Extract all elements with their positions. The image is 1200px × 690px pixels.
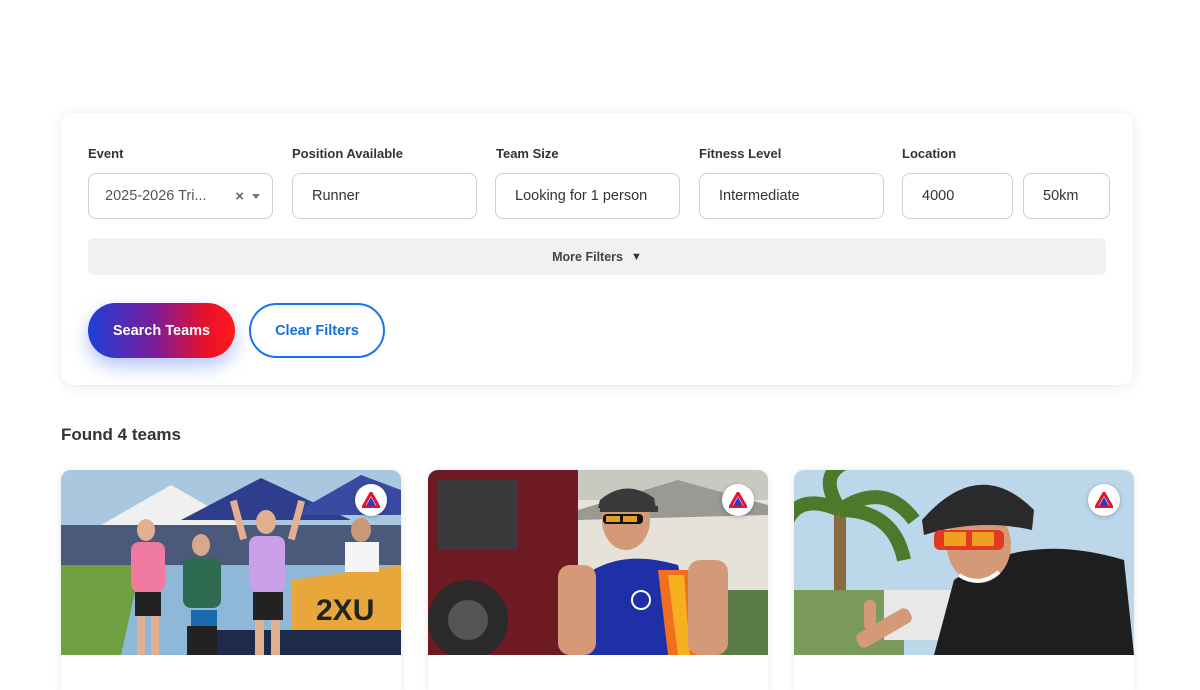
team-card[interactable] xyxy=(794,470,1134,690)
clear-icon[interactable]: × xyxy=(235,188,244,205)
fitness-level-input[interactable]: Intermediate xyxy=(699,173,884,219)
triathlon-finish-line-photo: 2XU xyxy=(61,470,401,655)
team-size-label: Team Size xyxy=(496,146,559,161)
more-filters-toggle[interactable]: More Filters ▼ xyxy=(88,238,1106,275)
position-input[interactable]: Runner xyxy=(292,173,477,219)
location-label: Location xyxy=(902,146,957,161)
location-postcode-input[interactable]: 4000 xyxy=(902,173,1013,219)
triangle-down-icon: ▼ xyxy=(630,250,642,263)
cyclist-with-helmet-photo xyxy=(794,470,1134,655)
results-count: Found 4 teams xyxy=(61,425,181,444)
team-card[interactable]: 2XU xyxy=(61,470,401,690)
team-logo-icon xyxy=(355,484,387,516)
event-select-value: 2025-2026 Tri... xyxy=(105,188,207,204)
filter-panel: Event 2025-2026 Tri... × Position Availa… xyxy=(61,113,1133,385)
chevron-down-icon[interactable] xyxy=(252,193,260,199)
fitness-level-label: Fitness Level xyxy=(699,146,782,161)
more-filters-label: More Filters xyxy=(552,249,623,264)
team-logo-icon xyxy=(1088,484,1120,516)
location-radius-input[interactable]: 50km xyxy=(1023,173,1110,219)
runner-in-trisuit-photo xyxy=(428,470,768,655)
svg-text:2XU: 2XU xyxy=(316,594,374,627)
team-size-input[interactable]: Looking for 1 person xyxy=(495,173,680,219)
clear-filters-button[interactable]: Clear Filters xyxy=(249,303,385,358)
event-label: Event xyxy=(88,146,124,161)
team-card[interactable] xyxy=(428,470,768,690)
position-label: Position Available xyxy=(292,146,404,161)
team-logo-icon xyxy=(722,484,754,516)
search-teams-button[interactable]: Search Teams xyxy=(88,303,235,358)
event-select[interactable]: 2025-2026 Tri... × xyxy=(88,173,273,219)
